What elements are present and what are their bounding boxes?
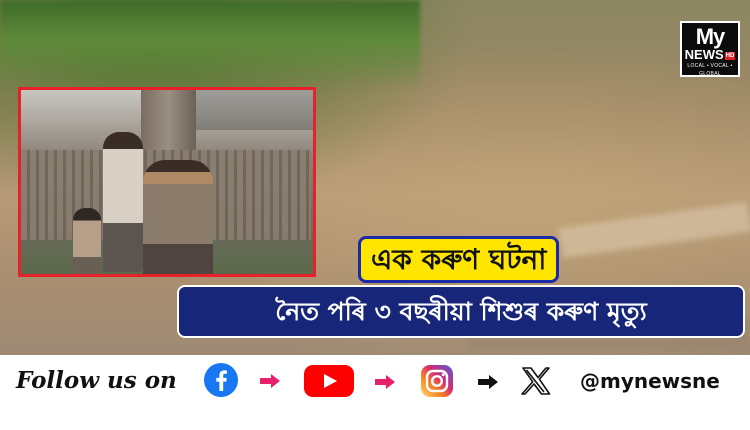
facebook-icon[interactable] [203, 362, 239, 398]
arrow-right-icon [260, 374, 280, 388]
inset-person [143, 160, 213, 274]
headline-top: এক কৰুণ ঘটনা [358, 236, 560, 283]
inset-person [103, 132, 143, 272]
follow-bar: Follow us on @mynewsne [0, 355, 750, 411]
follow-us-label: Follow us on [16, 367, 177, 394]
inset-child [73, 208, 101, 274]
river-bank [0, 0, 420, 90]
social-handle[interactable]: @mynewsne [580, 363, 720, 399]
logo-hd-badge: HD [724, 51, 736, 60]
inset-photo [18, 87, 316, 277]
inset-roof [191, 90, 313, 130]
logo-news: NEWS HD [684, 47, 736, 62]
youtube-icon[interactable] [303, 364, 355, 398]
headline-bottom: নৈত পৰি ৩ বছৰীয়া শিশুৰ কৰুণ মৃত্যু [177, 285, 745, 338]
arrow-right-icon [478, 375, 498, 389]
water-ripple [558, 201, 750, 259]
logo-my: My [695, 24, 726, 49]
x-icon[interactable] [520, 365, 552, 397]
arrow-right-icon [375, 375, 395, 389]
logo-tagline: LOCAL • VOCAL • GLOBAL [687, 63, 733, 77]
instagram-icon[interactable] [420, 364, 454, 398]
mynews-logo: My NEWS HD LOCAL • VOCAL • GLOBAL [680, 21, 740, 77]
hero-image: My NEWS HD LOCAL • VOCAL • GLOBAL এক কৰুণ… [0, 0, 750, 355]
